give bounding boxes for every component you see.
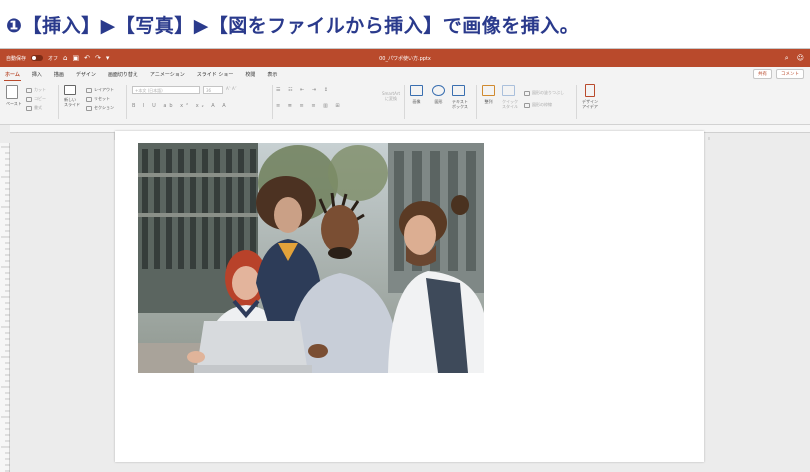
outline-icon (524, 102, 530, 108)
tab-view[interactable]: 表示 (266, 71, 278, 78)
reset-icon (86, 96, 92, 102)
font-name-select[interactable]: +本文 (日本語) (132, 86, 200, 94)
ribbon: ペースト カット コピー 書式 新しい スライド レイアウト リセット セクショ… (0, 81, 810, 125)
textbox-icon (452, 85, 465, 96)
copy-button[interactable]: コピー (26, 94, 46, 103)
design-ideas-icon (585, 84, 595, 97)
cut-label: カット (34, 87, 46, 92)
layout-label: レイアウト (94, 87, 114, 92)
layout-icon (86, 87, 92, 93)
format-label: 書式 (34, 105, 42, 110)
shapes-button[interactable]: 図形 (432, 85, 445, 105)
brush-icon (26, 105, 32, 111)
tab-design[interactable]: デザイン (75, 71, 97, 78)
format-painter-button[interactable]: 書式 (26, 103, 46, 112)
undo-icon[interactable]: ↶ (84, 54, 90, 62)
autosave-label: 自動保存 (6, 55, 27, 62)
save-icon[interactable]: ▣ (72, 54, 79, 62)
tab-animations[interactable]: アニメーション (149, 71, 186, 78)
comment-button[interactable]: コメント (776, 69, 804, 79)
redo-icon[interactable]: ↷ (95, 54, 101, 62)
picture-label: 画像 (412, 99, 421, 104)
smartart-button[interactable]: SmartArt に変換 (382, 91, 400, 101)
search-icon[interactable]: ⌕ (785, 54, 789, 63)
account-icon[interactable]: ☺ (797, 54, 804, 63)
shapes-icon (432, 85, 445, 96)
autosave-state: オフ (48, 55, 59, 62)
ribbon-tabs: ホーム 挿入 描画 デザイン 画面切り替え アニメーション スライド ショー 校… (0, 67, 810, 82)
layout-button[interactable]: レイアウト (86, 85, 114, 94)
paste-label: ペースト (6, 101, 22, 106)
picture-button[interactable]: 画像 (410, 85, 423, 105)
quick-styles-button[interactable]: クイック スタイル (502, 85, 518, 109)
shape-outline-label: 図形の枠線 (532, 102, 552, 107)
arrange-button[interactable]: 整列 (482, 85, 495, 105)
instruction-caption: ❶【挿入】▶【写真】▶【図をファイルから挿入】で画像を挿入。 (6, 14, 580, 37)
tab-draw[interactable]: 描画 (53, 71, 65, 78)
tab-review[interactable]: 校閲 (244, 71, 256, 78)
more-icon[interactable]: ▾ (106, 54, 110, 62)
clipboard-icon (6, 85, 18, 99)
reset-button[interactable]: リセット (86, 94, 114, 103)
share-button[interactable]: 共有 (753, 69, 772, 79)
title-bar: 自動保存 オフ ⌂ ▣ ↶ ↷ ▾ 00_パワポ使い方.pptx ⌕ ☺ (0, 49, 810, 67)
font-format-icons[interactable]: B I U ab x² x₂ A A (132, 103, 229, 109)
section-button[interactable]: セクション (86, 103, 114, 112)
picture-icon (410, 85, 423, 96)
textbox-button[interactable]: テキスト ボックス (452, 85, 468, 109)
quick-styles-label: クイック スタイル (502, 99, 518, 109)
scissors-icon (26, 87, 32, 93)
arrange-label: 整列 (484, 99, 493, 104)
design-ideas-button[interactable]: デザイン アイデア (582, 84, 598, 109)
tab-home[interactable]: ホーム (4, 71, 21, 82)
new-slide-icon (64, 85, 76, 95)
shape-fill-label: 図形の塗りつぶし (532, 90, 565, 95)
tab-slideshow[interactable]: スライド ショー (196, 71, 235, 78)
paste-button[interactable]: ペースト (6, 85, 22, 107)
powerpoint-window: 自動保存 オフ ⌂ ▣ ↶ ↷ ▾ 00_パワポ使い方.pptx ⌕ ☺ ホーム… (0, 48, 810, 472)
shapes-label: 図形 (434, 99, 443, 104)
tab-insert[interactable]: 挿入 (31, 71, 43, 78)
quick-styles-icon (502, 85, 515, 96)
inserted-photo[interactable] (138, 143, 484, 373)
copy-label: コピー (34, 96, 46, 101)
autosave-toggle[interactable] (31, 55, 44, 61)
section-label: セクション (94, 105, 114, 110)
font-size-select[interactable]: 36 (203, 86, 223, 94)
shape-fill-button[interactable]: 図形の塗りつぶし (524, 87, 564, 99)
copy-icon (26, 96, 32, 102)
home-icon[interactable]: ⌂ (63, 54, 67, 62)
section-icon (86, 105, 92, 111)
align-icons[interactable]: ≡ ≣ ≡ ≡ ▥ ⊞ (276, 103, 343, 109)
fill-icon (524, 90, 530, 96)
textbox-label: テキスト ボックス (452, 99, 468, 109)
new-slide-button[interactable]: 新しい スライド (64, 85, 80, 107)
slide-canvas[interactable] (115, 131, 704, 462)
reset-label: リセット (94, 96, 110, 101)
arrange-icon (482, 85, 495, 96)
tab-transitions[interactable]: 画面切り替え (107, 71, 139, 78)
cut-button[interactable]: カット (26, 85, 46, 94)
design-ideas-label: デザイン アイデア (582, 99, 598, 109)
shape-outline-button[interactable]: 図形の枠線 (524, 99, 564, 111)
vertical-ruler (0, 143, 10, 472)
font-grow-icon[interactable]: A˄ A˅ (226, 86, 237, 94)
new-slide-label: 新しい スライド (64, 97, 80, 107)
list-icons[interactable]: ☰ ☷ ⇤ ⇥ ↕ (276, 87, 331, 93)
window-title: 00_パワポ使い方.pptx (379, 55, 431, 62)
